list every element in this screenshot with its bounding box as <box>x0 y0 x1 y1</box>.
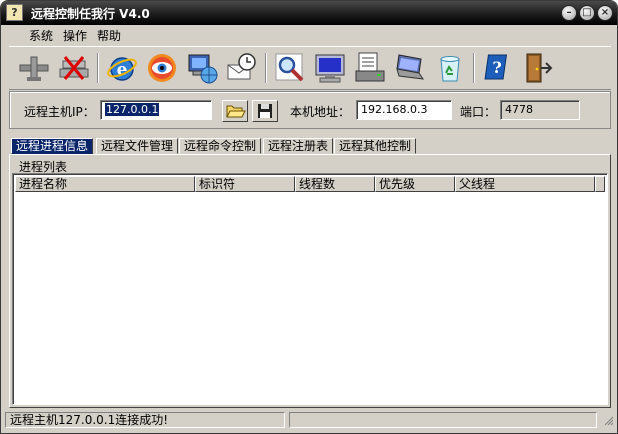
connect-icon[interactable] <box>17 51 51 85</box>
remote-host-ip-input[interactable]: 127.0.0.1 <box>100 100 212 120</box>
open-folder-button[interactable] <box>222 100 248 122</box>
main-window: ? 远程控制任我行 V4.0 – □ × 系统 操作 帮助 e ? 远程主机IP… <box>0 0 618 434</box>
maximize-button[interactable]: □ <box>579 5 595 21</box>
recycle-bin-icon[interactable] <box>433 51 467 85</box>
column-process-name[interactable]: 进程名称 <box>15 176 195 192</box>
network-computer-icon[interactable] <box>185 51 219 85</box>
tab-remote-command[interactable]: 远程命令控制 <box>179 138 262 154</box>
column-priority[interactable]: 优先级 <box>375 176 455 192</box>
close-button[interactable]: × <box>597 5 613 21</box>
column-thread-count[interactable]: 线程数 <box>295 176 375 192</box>
minimize-button[interactable]: – <box>561 5 577 21</box>
status-bar: 远程主机127.0.0.1连接成功! <box>3 411 615 431</box>
disconnect-icon[interactable] <box>57 51 91 85</box>
eye-monitor-icon[interactable] <box>145 51 179 85</box>
monitor-icon[interactable] <box>313 51 347 85</box>
address-panel: 远程主机IP： 127.0.0.1 本机地址： 192.168.0.3 端口： … <box>9 91 611 129</box>
column-filler <box>595 176 605 192</box>
printer-icon[interactable] <box>353 51 387 85</box>
status-panel-secondary <box>289 412 597 428</box>
menu-help[interactable]: 帮助 <box>97 27 121 44</box>
local-address-input[interactable]: 192.168.0.3 <box>356 100 452 120</box>
menu-operation[interactable]: 操作 <box>63 27 87 44</box>
title-bar[interactable]: ? 远程控制任我行 V4.0 – □ × <box>1 1 617 25</box>
magnifier-icon[interactable] <box>273 51 307 85</box>
exit-door-icon[interactable] <box>521 51 555 85</box>
menu-bar: 系统 操作 帮助 <box>1 25 617 45</box>
app-icon[interactable]: ? <box>6 4 23 21</box>
tab-remote-other[interactable]: 远程其他控制 <box>334 138 417 154</box>
folder-open-icon <box>226 105 246 118</box>
toolbar: e ? <box>9 46 611 90</box>
tab-remote-files[interactable]: 远程文件管理 <box>96 138 179 154</box>
toolbar-separator <box>97 53 99 83</box>
column-identifier[interactable]: 标识符 <box>195 176 295 192</box>
status-message: 远程主机127.0.0.1连接成功! <box>5 412 285 428</box>
help-book-icon[interactable]: ? <box>481 51 515 85</box>
tab-remote-registry[interactable]: 远程注册表 <box>263 138 334 154</box>
toolbar-separator <box>473 53 475 83</box>
port-input[interactable]: 4778 <box>500 100 580 120</box>
floppy-disk-icon <box>258 104 272 118</box>
column-parent-thread[interactable]: 父线程 <box>455 176 595 192</box>
laptop-icon[interactable] <box>393 51 427 85</box>
svg-text:?: ? <box>492 58 501 77</box>
tab-remote-process[interactable]: 远程进程信息 <box>11 138 94 154</box>
resize-grip-icon[interactable] <box>603 415 613 425</box>
port-label: 端口： <box>460 105 497 119</box>
remote-host-ip-value: 127.0.0.1 <box>105 103 160 116</box>
save-button[interactable] <box>252 100 278 122</box>
mail-clock-icon[interactable] <box>225 51 259 85</box>
window-title: 远程控制任我行 V4.0 <box>31 7 150 21</box>
process-list[interactable]: 进程名称 标识符 线程数 优先级 父线程 <box>12 173 608 405</box>
toolbar-separator <box>265 53 267 83</box>
tab-content: 进程列表 进程名称 标识符 线程数 优先级 父线程 <box>9 154 611 408</box>
menu-system[interactable]: 系统 <box>29 27 53 44</box>
internet-explorer-icon[interactable]: e <box>105 51 139 85</box>
local-address-label: 本机地址： <box>290 105 351 119</box>
remote-host-label: 远程主机IP： <box>24 105 95 119</box>
